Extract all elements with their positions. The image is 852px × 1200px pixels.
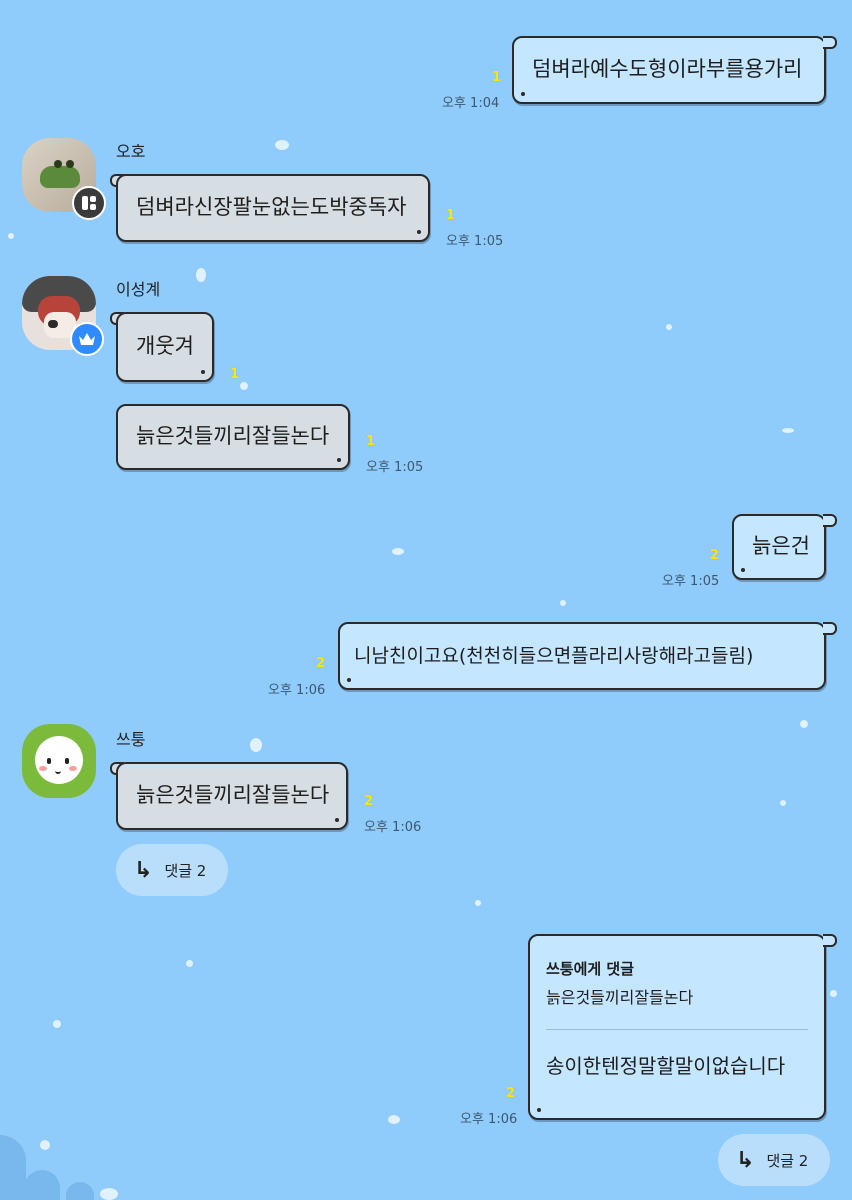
other-message-bubble[interactable]: 개웃겨 [116, 312, 214, 382]
message-text: 덤벼라예수도형이라부를용가리 [532, 57, 803, 82]
crown-icon [70, 322, 104, 356]
message-text: 늙은것들끼리잘들논다 [136, 424, 330, 449]
message-text: 덤벼라신장팔눈없는도박중독자 [136, 195, 407, 220]
message-time: 오후 1:05 [366, 460, 424, 475]
quoted-message[interactable]: 늙은것들끼리잘들논다 [546, 988, 808, 1007]
message-time: 오후 1:05 [446, 234, 504, 249]
my-message-bubble[interactable]: 덤벼라예수도형이라부를용가리 [512, 36, 826, 104]
message-text: 개웃겨 [136, 334, 194, 359]
unread-count: 1 [492, 70, 502, 85]
reply-arrow-icon: ↳ [134, 857, 153, 883]
reply-thread-button[interactable]: ↳ 댓글 2 [116, 844, 228, 896]
bubble-tail [823, 514, 837, 527]
other-message-bubble[interactable]: 늙은것들끼리잘들논다 [116, 404, 350, 470]
message-text: 늙은것들끼리잘들논다 [136, 783, 330, 808]
reply-count-label: 댓글 2 [766, 1151, 809, 1170]
bubble-tail [823, 934, 837, 947]
reply-target-label: 쓰퉁에게 댓글 [546, 960, 635, 978]
message-text: 니남친이고요(천천히들으면플라리사랑해라고들림) [354, 644, 754, 667]
message-time: 오후 1:06 [460, 1112, 518, 1127]
unread-count: 2 [506, 1086, 516, 1101]
divider [546, 1029, 808, 1031]
sender-name: 쓰퉁 [116, 730, 146, 749]
message-time: 오후 1:05 [662, 574, 720, 589]
message-time: 오후 1:06 [268, 683, 326, 698]
unread-count: 1 [366, 434, 376, 449]
sender-name: 오호 [116, 142, 146, 161]
my-message-bubble[interactable]: 늙은건 [732, 514, 826, 580]
grid-icon [72, 186, 106, 220]
avatar[interactable] [22, 724, 96, 798]
other-message-bubble[interactable]: 늙은것들끼리잘들논다 [116, 762, 348, 830]
unread-count: 1 [446, 208, 456, 223]
my-message-bubble[interactable]: 니남친이고요(천천히들으면플라리사랑해라고들림) [338, 622, 826, 690]
message-time: 오후 1:06 [364, 820, 422, 835]
sender-name: 이성계 [116, 280, 161, 299]
unread-count: 1 [230, 367, 240, 382]
reply-arrow-icon: ↳ [736, 1147, 755, 1173]
unread-count: 2 [710, 548, 720, 563]
unread-count: 2 [316, 656, 326, 671]
my-reply-bubble[interactable]: 쓰퉁에게 댓글 늙은것들끼리잘들논다 송이한텐정말할말이없습니다 [528, 934, 826, 1120]
reply-count-label: 댓글 2 [164, 861, 207, 880]
message-text: 늙은건 [752, 534, 810, 559]
bubble-tail [823, 36, 837, 49]
other-message-bubble[interactable]: 덤벼라신장팔눈없는도박중독자 [116, 174, 430, 242]
bubble-tail [823, 622, 837, 635]
message-time: 오후 1:04 [442, 96, 500, 111]
reply-thread-button[interactable]: ↳ 댓글 2 [718, 1134, 830, 1186]
message-text: 송이한텐정말할말이없습니다 [546, 1054, 786, 1079]
unread-count: 2 [364, 794, 374, 809]
